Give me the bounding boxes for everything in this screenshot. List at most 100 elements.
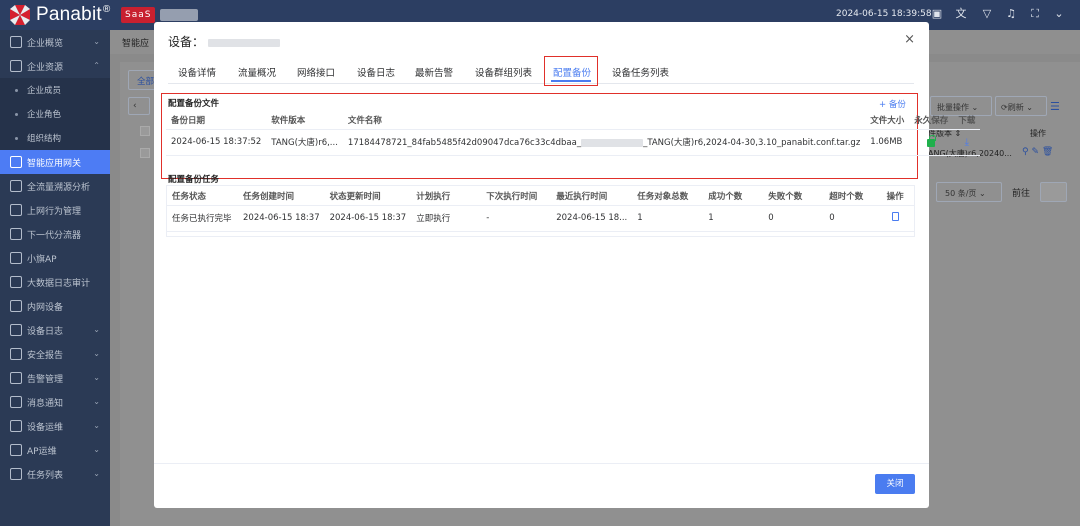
- sidebar-item-label: 企业资源: [27, 62, 64, 73]
- sidebar-item-label: 上网行为管理: [27, 206, 82, 217]
- globe-icon: [10, 36, 22, 48]
- cell-total: 1: [632, 205, 704, 232]
- report-icon: [10, 348, 22, 360]
- table-row: 2024-06-15 18:37:52 TANG(大唐)r6,... 17184…: [166, 129, 981, 156]
- backup-files-section: 配置备份文件 + 备份 备份日期 软件版本 文件名称 文件大小 永久保存 下载 …: [161, 93, 981, 179]
- sidebar-item-label: 企业成员: [27, 86, 62, 96]
- goto-input[interactable]: [1040, 182, 1067, 202]
- modal-title-label: 设备：: [168, 35, 205, 49]
- col-download: 下载: [953, 111, 981, 130]
- add-backup-button[interactable]: + 备份: [879, 98, 906, 110]
- tab-device-detail[interactable]: 设备详情: [178, 65, 216, 79]
- sidebar-item-lan-devices[interactable]: 内网设备: [0, 294, 110, 318]
- tab-device-tasks[interactable]: 设备任务列表: [612, 65, 669, 79]
- user-menu-chevron-icon[interactable]: ⌄: [1052, 7, 1066, 21]
- cell-fail: 0: [763, 205, 825, 232]
- monitor-icon: [10, 204, 22, 216]
- backup-tasks-title: 配置备份任务: [168, 175, 220, 185]
- chevron-down-icon: ⌄: [93, 37, 100, 46]
- sidebar-item-roles[interactable]: 企业角色: [0, 102, 110, 126]
- sidebar-item-device-log[interactable]: 设备日志 ⌄: [0, 318, 110, 342]
- sidebar-item-label: 消息通知: [27, 398, 64, 409]
- monitor-icon: [10, 300, 22, 312]
- refresh-button[interactable]: ⟳刷新 ⌄: [995, 96, 1047, 116]
- tab-interfaces[interactable]: 网络接口: [297, 65, 335, 79]
- bullet-icon: [15, 88, 18, 92]
- sidebar-item-ap-ops[interactable]: AP运维 ⌄: [0, 438, 110, 462]
- download-icon[interactable]: ⤓: [965, 137, 969, 148]
- col-actions: 操作: [876, 187, 914, 206]
- sidebar-item-behavior[interactable]: 上网行为管理: [0, 198, 110, 222]
- cell-success: 1: [703, 205, 764, 232]
- sidebar-item-label: 企业概览: [27, 38, 64, 49]
- sidebar-item-messages[interactable]: 消息通知 ⌄: [0, 390, 110, 414]
- close-icon[interactable]: ×: [904, 32, 915, 47]
- sidebar-item-overview[interactable]: 企业概览 ⌄: [0, 30, 110, 54]
- device-modal: 设备： × 设备详情 流量概况 网络接口 设备日志 最新告警 设备群组列表 配置…: [154, 22, 981, 508]
- chevron-up-icon: ⌃: [93, 61, 100, 70]
- monitor-icon: [10, 420, 22, 432]
- col-success: 成功个数: [703, 187, 764, 206]
- refresh-label: 刷新: [1007, 103, 1024, 112]
- page-size-select[interactable]: 50 条/页 ⌄: [936, 182, 1002, 202]
- monitor-icon: [10, 180, 22, 192]
- modal-footer-divider: [154, 463, 929, 464]
- building-icon: [10, 60, 22, 72]
- panabit-logo[interactable]: Panabit ®: [8, 3, 110, 27]
- sidebar-item-security-report[interactable]: 安全报告 ⌄: [0, 342, 110, 366]
- col-task-created: 任务创建时间: [238, 187, 325, 206]
- sidebar-item-label: 智能应用网关: [27, 158, 82, 169]
- background-checkbox[interactable]: [140, 148, 150, 158]
- cell-size: 1.06MB: [865, 129, 910, 156]
- sidebar-item-label: 告警管理: [27, 374, 64, 385]
- translate-icon[interactable]: 文: [954, 7, 968, 21]
- chevron-down-icon: ⌄: [93, 373, 100, 382]
- col-permanent: 永久保存: [909, 111, 954, 130]
- background-tab[interactable]: 智能应: [122, 36, 149, 49]
- sidebar-item-resources[interactable]: 企业资源 ⌃: [0, 54, 110, 78]
- sidebar-item-splitter[interactable]: 下一代分流器: [0, 222, 110, 246]
- sidebar-item-label: 内网设备: [27, 302, 64, 313]
- tenant-name-redacted: [160, 9, 198, 21]
- sidebar-item-members[interactable]: 企业成员: [0, 78, 110, 102]
- sidebar-item-label: 设备日志: [27, 326, 64, 337]
- tab-device-groups[interactable]: 设备群组列表: [475, 65, 532, 79]
- saas-badge: SaaS: [121, 7, 156, 23]
- chevron-down-icon: ⌄: [93, 349, 100, 358]
- sidebar-item-label: 全流量溯源分析: [27, 182, 91, 193]
- sidebar-item-label: 任务列表: [27, 470, 64, 481]
- sidebar-item-log-audit[interactable]: 大数据日志审计: [0, 270, 110, 294]
- col-total: 任务对象总数: [632, 187, 704, 206]
- fullscreen-icon[interactable]: ⛶: [1028, 7, 1042, 21]
- tab-latest-alerts[interactable]: 最新告警: [415, 65, 453, 79]
- bell-icon[interactable]: ♫: [1004, 7, 1018, 21]
- sidebar-item-gateway[interactable]: 智能应用网关: [0, 150, 110, 174]
- cell-actions: [876, 205, 914, 232]
- filename-part-b: _TANG(大唐)r6,2024-04-30,3.10_panabit.conf…: [643, 138, 861, 148]
- clipboard-icon[interactable]: ▣: [930, 7, 944, 21]
- modal-title: 设备：: [168, 33, 281, 50]
- sidebar-item-tasks[interactable]: 任务列表 ⌄: [0, 462, 110, 486]
- columns-list-icon[interactable]: ☰: [1050, 100, 1060, 113]
- document-icon[interactable]: [891, 212, 899, 221]
- lock-icon[interactable]: [927, 134, 936, 147]
- sidebar-item-ap[interactable]: 小旗AP: [0, 246, 110, 270]
- col-next-run: 下次执行时间: [481, 187, 552, 206]
- close-button[interactable]: 关闭: [875, 474, 915, 494]
- cell-plan: 立即执行: [411, 205, 482, 232]
- cell-status: 任务已执行完毕: [167, 205, 238, 232]
- bg-row-action-icons[interactable]: ⚲ ✎ 🗑: [1022, 147, 1053, 157]
- sidebar-item-org[interactable]: 组织结构: [0, 126, 110, 150]
- background-prev-icon[interactable]: ‹: [128, 97, 150, 115]
- background-checkbox[interactable]: [140, 126, 150, 136]
- tab-traffic[interactable]: 流量概况: [238, 65, 276, 79]
- shirt-icon[interactable]: ▽: [980, 7, 994, 21]
- cell-created: 2024-06-15 18:37: [238, 205, 325, 232]
- col-last-run: 最近执行时间: [551, 187, 633, 206]
- sidebar-item-device-ops[interactable]: 设备运维 ⌄: [0, 414, 110, 438]
- cell-last: 2024-06-15 18...: [551, 205, 633, 232]
- sidebar-item-traffic-trace[interactable]: 全流量溯源分析: [0, 174, 110, 198]
- sidebar-item-alerts[interactable]: 告警管理 ⌄: [0, 366, 110, 390]
- tab-device-log[interactable]: 设备日志: [357, 65, 395, 79]
- sidebar-item-label: 小旗AP: [27, 254, 57, 265]
